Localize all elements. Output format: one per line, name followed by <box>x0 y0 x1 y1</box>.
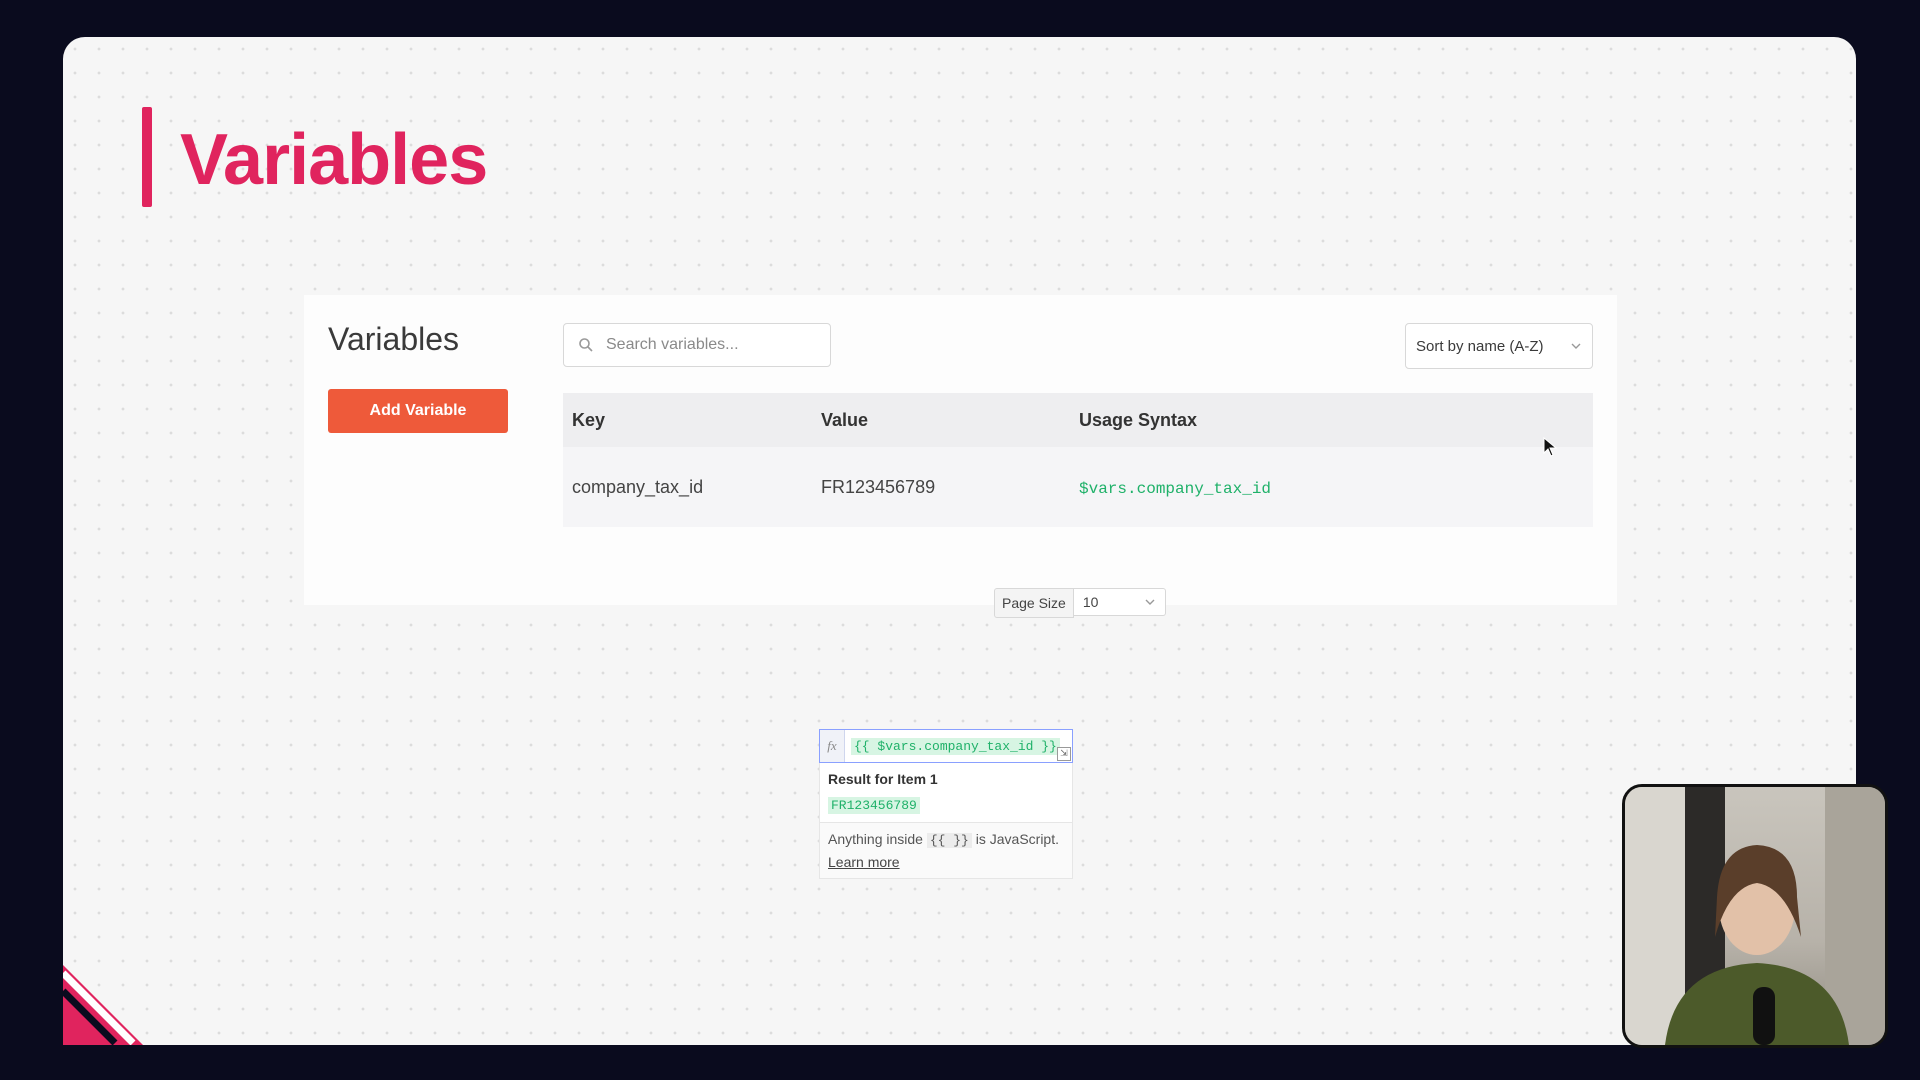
expression-input[interactable]: fx {{ $vars.company_tax_id }} ⇲ <box>819 729 1073 763</box>
table-header: Key Value Usage Syntax <box>563 393 1593 447</box>
cell-value: FR123456789 <box>821 476 936 497</box>
learn-more-link[interactable]: Learn more <box>828 854 900 870</box>
mouse-cursor-icon <box>1543 437 1557 457</box>
expression-code[interactable]: {{ $vars.company_tax_id }} <box>851 737 1060 755</box>
cell-usage-syntax[interactable]: $vars.company_tax_id <box>1079 480 1271 498</box>
variables-table: Key Value Usage Syntax company_tax_id FR… <box>563 393 1593 527</box>
search-icon <box>579 338 593 352</box>
title-accent-bar <box>142 107 152 207</box>
expression-editor: fx {{ $vars.company_tax_id }} ⇲ Result f… <box>819 729 1073 879</box>
table-row[interactable]: company_tax_id FR123456789 $vars.company… <box>563 447 1593 527</box>
slide-title: Variables <box>180 120 488 200</box>
search-input[interactable] <box>604 335 808 355</box>
header-key[interactable]: Key <box>563 410 821 431</box>
sort-select[interactable]: Sort by name (A-Z) <box>1405 323 1593 369</box>
presenter-image <box>1625 787 1885 1045</box>
expand-icon[interactable]: ⇲ <box>1057 747 1071 761</box>
hint-braces: {{ }} <box>926 833 972 848</box>
panel-title: Variables <box>328 321 460 357</box>
variables-panel: Variables Add Variable Sort by name (A-Z… <box>304 295 1617 618</box>
header-usage-syntax[interactable]: Usage Syntax <box>1079 410 1593 431</box>
search-box[interactable] <box>563 323 831 367</box>
fx-icon: fx <box>820 730 845 762</box>
page-size-select[interactable]: 10 <box>1073 588 1166 616</box>
header-value[interactable]: Value <box>821 410 1079 431</box>
brand-corner-logo <box>63 965 143 1045</box>
page-size-label: Page Size <box>994 588 1074 618</box>
page-size-control: Page Size 10 <box>994 588 1166 618</box>
slide: Variables Variables Add Variable Sort by… <box>63 37 1856 1045</box>
hint-text-after: is JavaScript. <box>975 831 1059 847</box>
result-title: Result for Item 1 <box>828 771 938 787</box>
cell-key: company_tax_id <box>572 476 704 497</box>
chevron-down-icon <box>1145 599 1155 605</box>
sort-selected-label: Sort by name (A-Z) <box>1416 337 1544 355</box>
webcam-video <box>1622 784 1888 1048</box>
expression-hint: Anything inside {{ }} is JavaScript. Lea… <box>819 822 1073 879</box>
add-variable-button[interactable]: Add Variable <box>328 389 508 433</box>
hint-text-before: Anything inside <box>828 831 923 847</box>
chevron-down-icon <box>1571 343 1581 349</box>
page-size-value: 10 <box>1082 594 1099 610</box>
expression-result: Result for Item 1 FR123456789 <box>819 763 1073 822</box>
result-value: FR123456789 <box>828 797 920 814</box>
